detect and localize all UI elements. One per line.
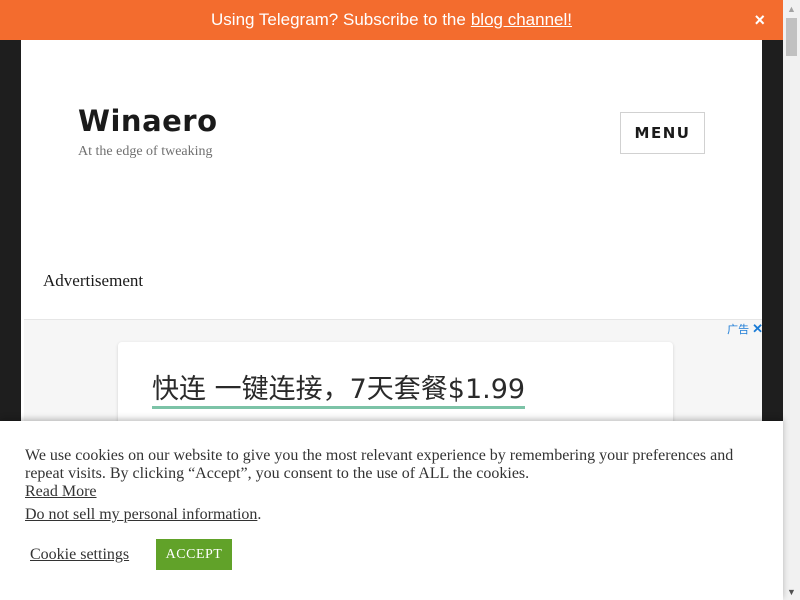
ad-headline[interactable]: 快连 一键连接，7天套餐$1.99 xyxy=(152,374,526,409)
cookie-banner: We use cookies on our website to give yo… xyxy=(0,421,783,600)
close-icon[interactable]: × xyxy=(754,10,765,31)
advertisement-label: Advertisement xyxy=(43,271,144,290)
do-not-sell-link[interactable]: Do not sell my personal information xyxy=(25,506,257,523)
scroll-down-icon[interactable]: ▼ xyxy=(783,583,800,600)
notice-text: Using Telegram? Subscribe to the xyxy=(211,10,466,29)
scroll-up-icon[interactable]: ▲ xyxy=(783,0,800,17)
ad-choices-label: 广告 xyxy=(727,324,750,336)
do-not-sell-period: . xyxy=(257,506,262,523)
scroll-thumb[interactable] xyxy=(786,18,797,56)
site-title[interactable]: Winaero xyxy=(78,104,218,138)
blog-channel-link[interactable]: blog channel! xyxy=(471,10,572,30)
ad-choices[interactable]: 广告 ✕ xyxy=(727,321,763,337)
site-tagline: At the edge of tweaking xyxy=(78,144,213,159)
cookie-settings-link[interactable]: Cookie settings xyxy=(30,546,129,564)
telegram-notice-bar: Using Telegram? Subscribe to the blog ch… xyxy=(0,0,783,40)
do-not-sell-row: Do not sell my personal information. xyxy=(25,506,261,524)
cookie-consent-text: We use cookies on our website to give yo… xyxy=(25,447,745,501)
menu-button[interactable]: MENU xyxy=(620,112,705,154)
scrollbar[interactable]: ▲ ▼ xyxy=(783,0,800,600)
read-more-link[interactable]: Read More xyxy=(25,483,97,500)
ad-frame[interactable]: 广告 ✕ 快连 一键连接，7天套餐$1.99 xyxy=(24,319,765,442)
accept-button[interactable]: ACCEPT xyxy=(156,539,232,570)
cookie-message: We use cookies on our website to give yo… xyxy=(25,447,734,482)
